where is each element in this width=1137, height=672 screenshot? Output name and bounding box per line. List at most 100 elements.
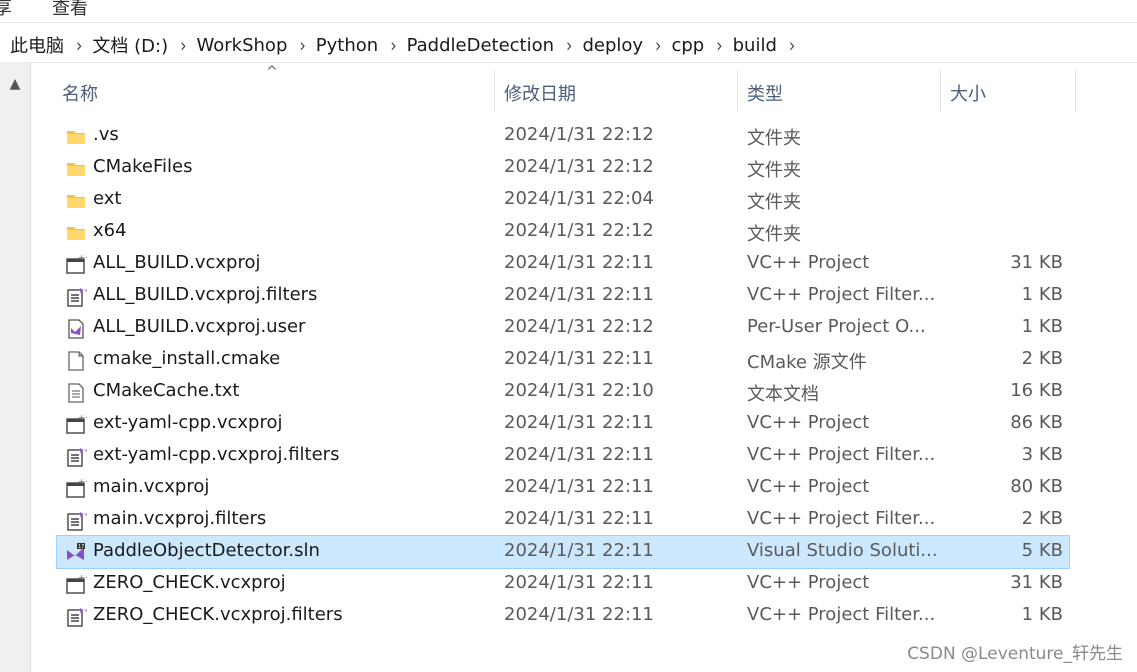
- file-size: 31 KB: [1010, 572, 1063, 593]
- file-name: cmake_install.cmake: [93, 348, 281, 369]
- navigation-pane[interactable]: ▲: [0, 62, 31, 672]
- file-date: 2024/1/31 22:12: [504, 156, 654, 177]
- file-date: 2024/1/31 22:11: [504, 412, 654, 433]
- file-date: 2024/1/31 22:11: [504, 348, 654, 369]
- file-row[interactable]: ++ ext-yaml-cpp.vcxproj.filters 2024/1/31 …: [57, 440, 1069, 472]
- breadcrumb-item[interactable]: deploy: [572, 35, 643, 56]
- file-date: 2024/1/31 22:11: [504, 508, 654, 529]
- text-file-icon: [65, 382, 87, 404]
- file-row[interactable]: ALL_BUILD.vcxproj.user 2024/1/31 22:12 Per…: [57, 312, 1069, 344]
- column-header-date[interactable]: 修改日期: [504, 80, 576, 106]
- folder-icon: [65, 190, 87, 212]
- column-divider[interactable]: [940, 70, 941, 112]
- file-type: VC++ Project: [747, 476, 870, 497]
- file-row[interactable]: ext 2024/1/31 22:04 文件夹: [57, 184, 1069, 216]
- file-row[interactable]: ++ ZERO_CHECK.vcxproj.filters 2024/1/31 22…: [57, 600, 1069, 632]
- file-type: VC++ Project Filter...: [747, 604, 936, 625]
- file-name: CMakeFiles: [93, 156, 193, 177]
- filters-icon: ++: [65, 606, 90, 628]
- file-size: 2 KB: [1021, 508, 1063, 529]
- file-name: ext-yaml-cpp.vcxproj: [93, 412, 283, 433]
- file-name: ext: [93, 188, 122, 209]
- file-row[interactable]: ++ ALL_BUILD.vcxproj.filters 2024/1/31 22:…: [57, 280, 1069, 312]
- sln-icon: 17: [65, 542, 87, 564]
- column-header-type[interactable]: 类型: [747, 80, 783, 106]
- file-row[interactable]: CMakeCache.txt 2024/1/31 22:10 文本文档 16 KB: [57, 376, 1069, 408]
- breadcrumb-chevron-icon[interactable]: ›: [299, 34, 305, 57]
- breadcrumb-item[interactable]: cpp: [661, 35, 704, 56]
- file-type: Visual Studio Soluti...: [747, 540, 937, 561]
- file-type: 文本文档: [747, 384, 819, 405]
- document-icon: [65, 350, 87, 372]
- tab-share[interactable]: 享: [0, 0, 12, 20]
- file-row[interactable]: .vs 2024/1/31 22:12 文件夹: [57, 120, 1069, 152]
- breadcrumb-chevron-icon[interactable]: ›: [716, 34, 722, 57]
- file-name: ZERO_CHECK.vcxproj.filters: [93, 604, 343, 625]
- file-row[interactable]: cmake_install.cmake 2024/1/31 22:11 CMake …: [57, 344, 1069, 376]
- svg-text:++: ++: [77, 510, 87, 519]
- svg-text:++: ++: [77, 446, 87, 455]
- svg-text:++: ++: [78, 574, 87, 582]
- tab-view[interactable]: 查看: [52, 0, 88, 20]
- filters-icon: ++: [65, 286, 90, 308]
- file-size: 1 KB: [1021, 284, 1063, 305]
- vcxproj-icon: ++: [65, 413, 91, 436]
- file-type: 文件夹: [747, 128, 801, 149]
- file-date: 2024/1/31 22:11: [504, 476, 654, 497]
- column-header-name[interactable]: 名称: [62, 80, 98, 106]
- file-row[interactable]: ++ main.vcxproj.filters 2024/1/31 22:11 VC+…: [57, 504, 1069, 536]
- file-size: 2 KB: [1021, 348, 1063, 369]
- file-date: 2024/1/31 22:11: [504, 284, 654, 305]
- file-row[interactable]: ++ ZERO_CHECK.vcxproj 2024/1/31 22:11 VC++ …: [57, 568, 1069, 600]
- breadcrumb-chevron-icon[interactable]: ›: [180, 34, 186, 57]
- file-row[interactable]: ++ main.vcxproj 2024/1/31 22:11 VC++ Projec…: [57, 472, 1069, 504]
- breadcrumb-item[interactable]: WorkShop: [187, 35, 288, 56]
- address-bar[interactable]: 此电脑 › 文档 (D:) › WorkShop › Python › PaddleDetect…: [0, 28, 1137, 63]
- column-header-size[interactable]: 大小: [950, 80, 986, 106]
- ribbon-tabs: 享 查看: [0, 0, 1137, 23]
- breadcrumb-chevron-icon[interactable]: ›: [390, 34, 396, 57]
- column-divider[interactable]: [1075, 70, 1076, 112]
- breadcrumb-item[interactable]: Python: [306, 35, 378, 56]
- file-type: VC++ Project Filter...: [747, 444, 936, 465]
- svg-text:++: ++: [78, 414, 87, 422]
- vcxproj-icon: ++: [65, 253, 91, 276]
- file-date: 2024/1/31 22:11: [504, 444, 654, 465]
- breadcrumb-item[interactable]: PaddleDetection: [397, 35, 554, 56]
- sort-ascending-icon: ^: [266, 64, 278, 80]
- svg-text:++: ++: [78, 478, 87, 486]
- column-divider[interactable]: [494, 70, 495, 112]
- file-type: CMake 源文件: [747, 352, 867, 373]
- file-row[interactable]: ++ ext-yaml-cpp.vcxproj 2024/1/31 22:11 VC+…: [57, 408, 1069, 440]
- file-row[interactable]: 17 PaddleObjectDetector.sln 2024/1/31 22:1…: [56, 535, 1070, 569]
- breadcrumb-chevron-icon[interactable]: ›: [655, 34, 661, 57]
- file-type: VC++ Project Filter...: [747, 284, 936, 305]
- svg-text:++: ++: [78, 254, 87, 262]
- svg-text:++: ++: [77, 286, 87, 295]
- file-size: 86 KB: [1010, 412, 1063, 433]
- column-divider[interactable]: [737, 70, 738, 112]
- filters-icon: ++: [65, 446, 90, 468]
- file-size: 5 KB: [1021, 540, 1063, 561]
- file-row[interactable]: x64 2024/1/31 22:12 文件夹: [57, 216, 1069, 248]
- file-date: 2024/1/31 22:10: [504, 380, 654, 401]
- file-type: 文件夹: [747, 224, 801, 245]
- file-date: 2024/1/31 22:11: [504, 252, 654, 273]
- file-row[interactable]: CMakeFiles 2024/1/31 22:12 文件夹: [57, 152, 1069, 184]
- breadcrumb-item[interactable]: build: [723, 35, 777, 56]
- file-date: 2024/1/31 22:11: [504, 572, 654, 593]
- folder-icon: [65, 158, 87, 180]
- breadcrumb-chevron-icon[interactable]: ›: [789, 34, 795, 57]
- file-name: ALL_BUILD.vcxproj.filters: [93, 284, 318, 305]
- breadcrumb-item[interactable]: 文档 (D:): [82, 32, 168, 58]
- file-date: 2024/1/31 22:12: [504, 220, 654, 241]
- file-type: 文件夹: [747, 192, 801, 213]
- breadcrumb-item[interactable]: 此电脑: [0, 32, 64, 58]
- breadcrumb-chevron-icon[interactable]: ›: [76, 34, 82, 57]
- file-name: ext-yaml-cpp.vcxproj.filters: [93, 444, 340, 465]
- file-size: 3 KB: [1021, 444, 1063, 465]
- breadcrumb-chevron-icon[interactable]: ›: [566, 34, 572, 57]
- file-row[interactable]: ++ ALL_BUILD.vcxproj 2024/1/31 22:11 VC++ P…: [57, 248, 1069, 280]
- scroll-up-arrow-icon[interactable]: ▲: [0, 74, 30, 94]
- file-date: 2024/1/31 22:12: [504, 124, 654, 145]
